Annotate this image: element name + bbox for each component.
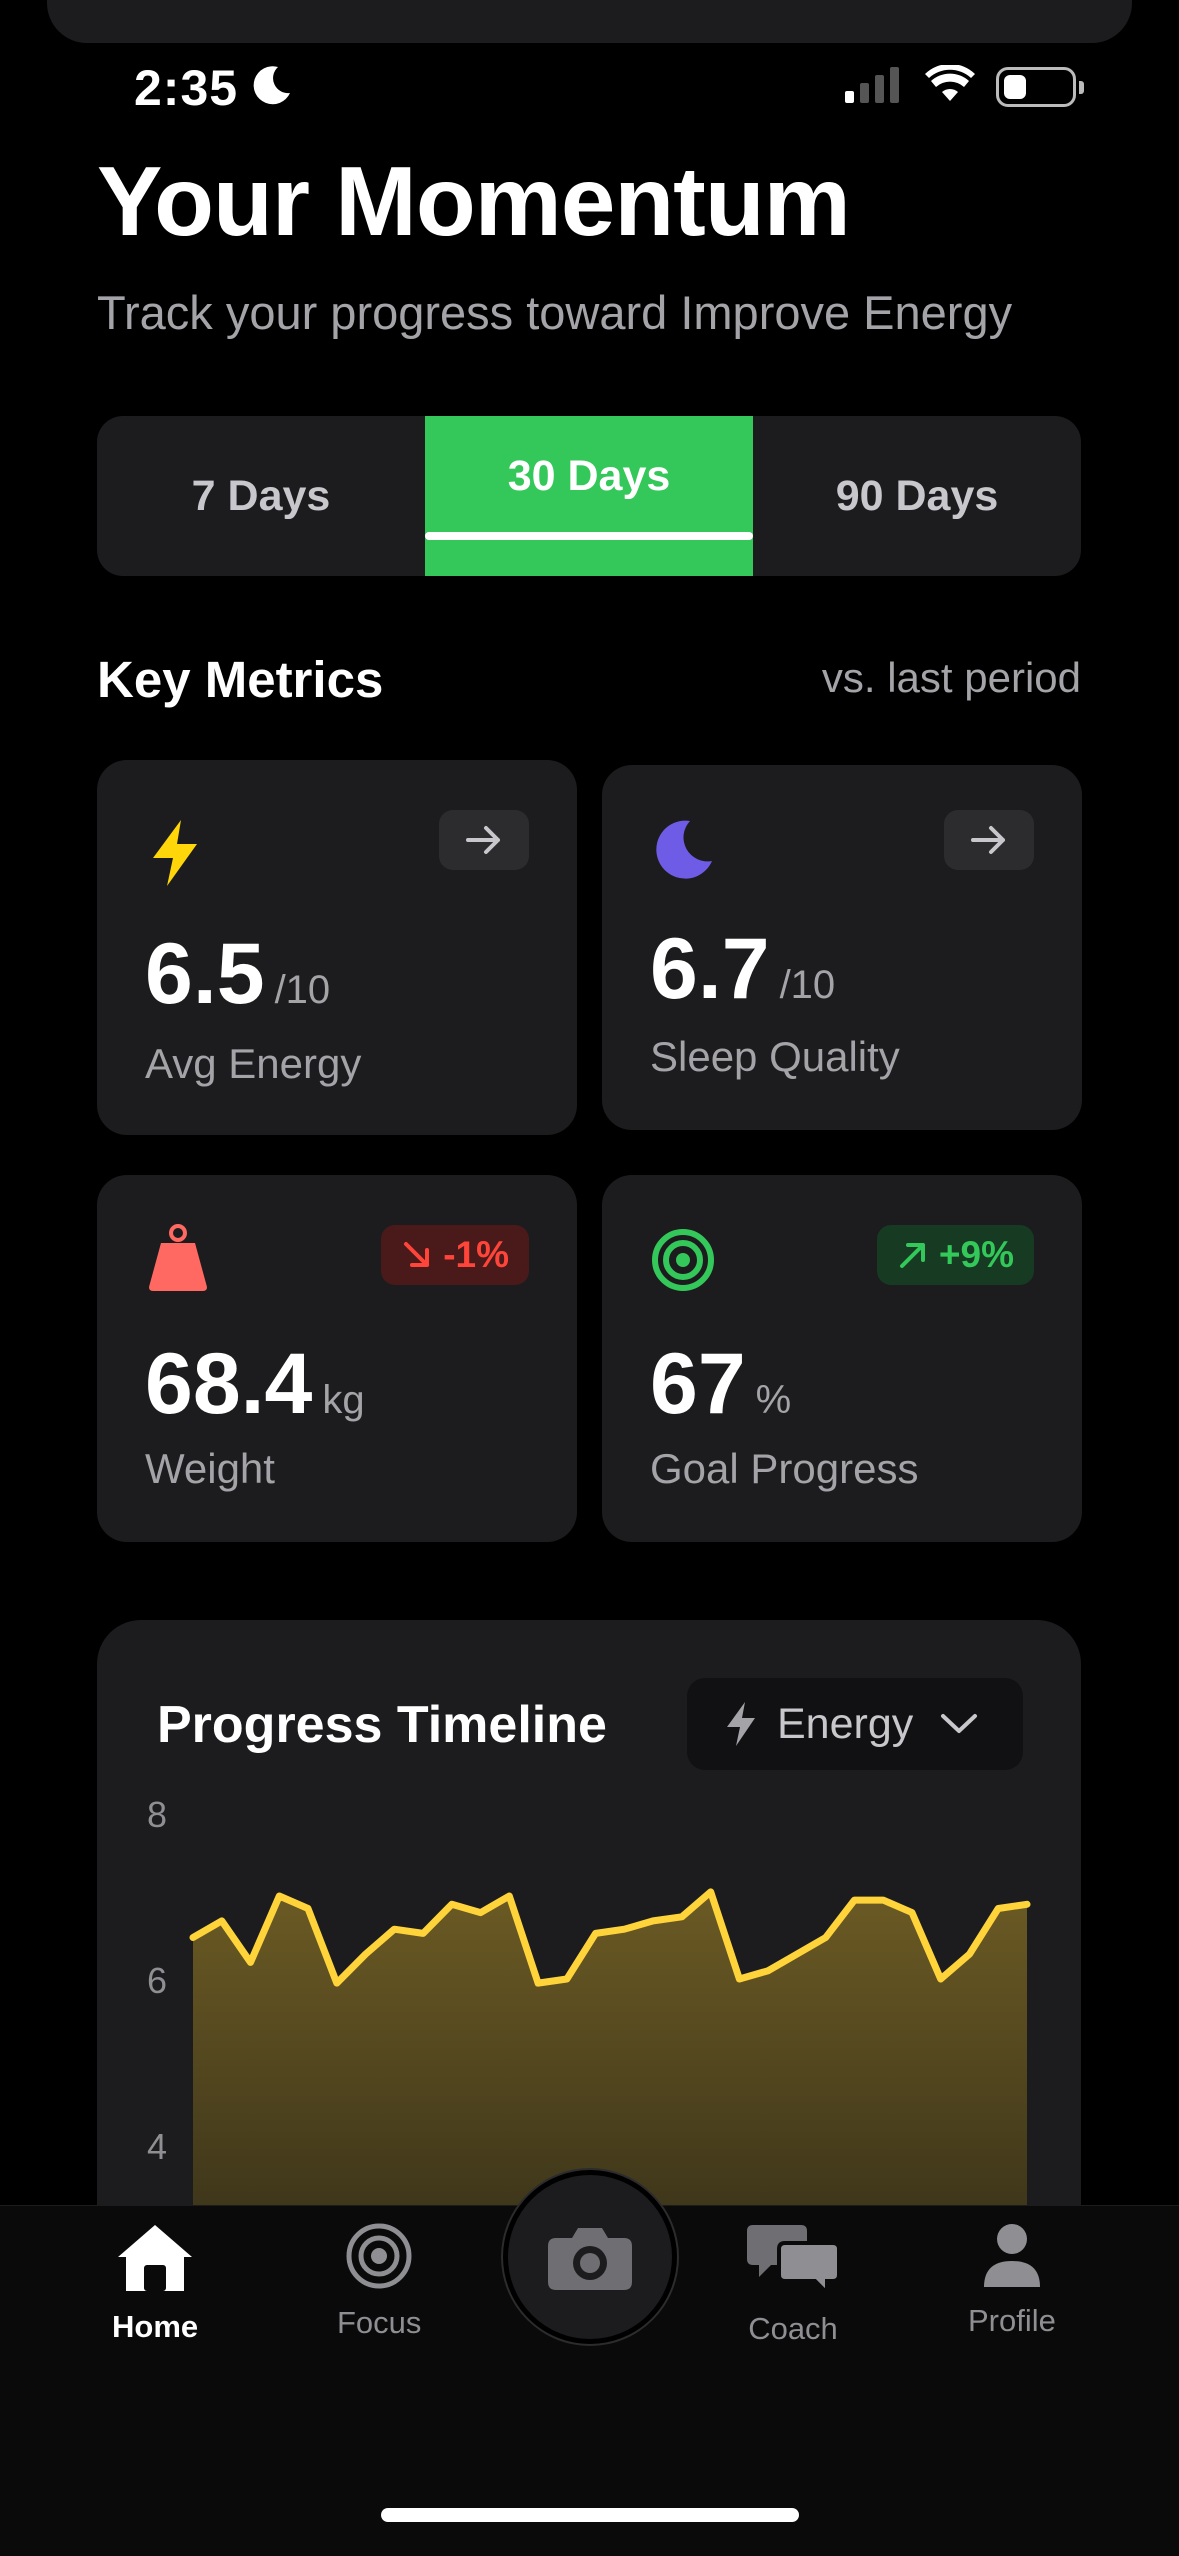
moon-icon	[656, 820, 712, 879]
metric-unit: %	[755, 1378, 792, 1422]
status-time: 2:35	[134, 60, 239, 116]
metric-value: 68.4 kg	[145, 1335, 365, 1434]
change-badge: -1%	[381, 1225, 529, 1285]
dropdown-value: Energy	[777, 1699, 914, 1748]
change-text: -1%	[443, 1234, 509, 1275]
tab-label: Coach	[748, 2311, 838, 2346]
y-tick-label: 6	[147, 1960, 167, 2001]
metric-card-sleep-quality[interactable]: 6.7 /10 Sleep Quality	[602, 765, 1082, 1130]
active-tab-indicator	[425, 532, 753, 540]
metric-unit: /10	[274, 968, 331, 1012]
tab-label: 30 Days	[507, 452, 671, 500]
arrow-right-icon	[971, 826, 1005, 854]
metric-unit: /10	[779, 963, 836, 1007]
page-subtitle: Track your progress toward Improve Energ…	[97, 286, 1013, 339]
tab-label: Focus	[337, 2305, 422, 2340]
tab-coach[interactable]: Coach	[745, 2221, 841, 2347]
camera-capture-button[interactable]	[503, 2170, 677, 2344]
tab-label: 7 Days	[191, 471, 331, 520]
metric-value: 6.7 /10	[650, 920, 835, 1019]
trend-arrow-button[interactable]	[439, 810, 529, 870]
house-icon	[118, 2225, 193, 2291]
metric-unit: kg	[322, 1378, 365, 1422]
page-title: Your Momentum	[97, 146, 851, 256]
target-icon	[346, 2223, 412, 2289]
metric-dropdown[interactable]: Energy	[687, 1678, 1023, 1770]
top-sheet-edge	[47, 0, 1132, 43]
tab-7-days[interactable]: 7 Days	[97, 416, 425, 576]
tab-30-days[interactable]: 30 Days	[425, 416, 753, 576]
key-metrics-title: Key Metrics	[97, 651, 384, 708]
tab-90-days[interactable]: 90 Days	[753, 416, 1081, 576]
metric-number: 6.5	[145, 926, 265, 1022]
home-indicator	[381, 2508, 799, 2522]
metric-label: Weight	[145, 1445, 275, 1492]
arrow-down-right-icon	[404, 1242, 430, 1267]
metric-card-weight[interactable]: -1% 68.4 kg Weight	[97, 1175, 577, 1542]
timeline-title: Progress Timeline	[157, 1696, 607, 1754]
target-icon	[652, 1229, 714, 1291]
chat-bubbles-icon	[747, 2225, 841, 2297]
chevron-down-icon	[941, 1714, 978, 1733]
time-range-tabs: 7 Days 30 Days 90 Days	[97, 416, 1081, 576]
lightning-icon	[153, 820, 197, 886]
cellular-signal-icon	[845, 63, 899, 103]
tab-home[interactable]: Home	[112, 2221, 198, 2345]
camera-icon	[548, 2228, 632, 2290]
trend-arrow-button[interactable]	[944, 810, 1034, 870]
metric-number: 68.4	[145, 1336, 313, 1432]
arrow-up-right-icon	[899, 1243, 925, 1268]
metric-label: Avg Energy	[145, 1040, 362, 1087]
status-bar: 2:35	[0, 55, 1179, 116]
metric-card-avg-energy[interactable]: 6.5 /10 Avg Energy	[97, 760, 577, 1135]
metric-value: 67 %	[650, 1335, 791, 1434]
person-icon	[983, 2224, 1040, 2287]
change-badge: +9%	[876, 1225, 1034, 1285]
comparison-label: vs. last period	[821, 654, 1081, 701]
change-text: +9%	[938, 1234, 1014, 1275]
metric-card-goal-progress[interactable]: +9% 67 % Goal Progress	[602, 1175, 1082, 1542]
tab-label: Profile	[968, 2303, 1056, 2338]
metric-label: Goal Progress	[650, 1445, 919, 1492]
tab-label: 90 Days	[835, 471, 999, 520]
y-tick-label: 4	[147, 2126, 167, 2167]
metric-label: Sleep Quality	[650, 1033, 900, 1080]
metric-number: 67	[650, 1336, 746, 1432]
metric-number: 6.7	[650, 921, 770, 1017]
tab-label: Home	[112, 2309, 199, 2344]
wifi-icon	[925, 65, 975, 101]
tab-profile[interactable]: Profile	[968, 2221, 1056, 2339]
metric-value: 6.5 /10	[145, 925, 330, 1024]
y-tick-label: 8	[147, 1800, 167, 1835]
battery-icon	[996, 67, 1084, 107]
arrow-right-icon	[466, 826, 500, 854]
weight-icon	[149, 1224, 207, 1291]
do-not-disturb-moon-icon	[253, 66, 290, 105]
tab-focus[interactable]: Focus	[337, 2221, 421, 2341]
lightning-icon	[727, 1702, 755, 1746]
